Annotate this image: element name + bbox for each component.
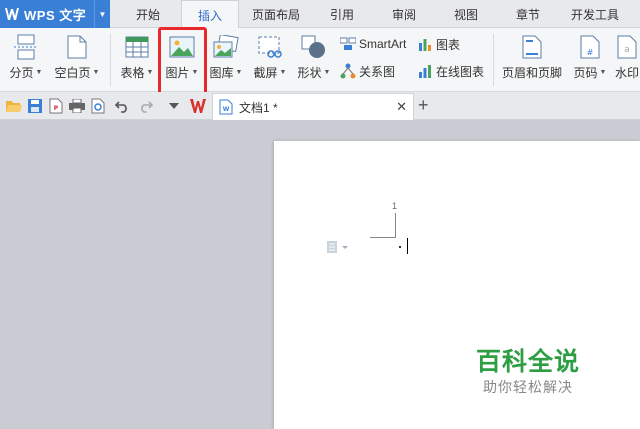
smartart-label: SmartArt [359, 37, 407, 51]
tab-references[interactable]: 引用 [316, 0, 368, 28]
svg-text:P: P [54, 105, 59, 112]
blank-page-icon [63, 32, 91, 62]
document-page[interactable] [274, 141, 640, 429]
document-tab-title: 文档1 * [239, 100, 278, 115]
wps-w-logo-icon[interactable] [190, 98, 206, 114]
shapes-button[interactable]: 形状 ▼ [294, 32, 334, 88]
app-menu-button[interactable]: WPS 文字 ▼ [0, 0, 110, 28]
smartart-button[interactable]: SmartArt [340, 35, 406, 53]
chart-icon [417, 36, 433, 52]
page-break-button[interactable]: 分页 ▼ [6, 32, 46, 88]
page-number-label: 页码 [573, 66, 598, 80]
undo-icon[interactable] [114, 98, 130, 114]
picture-button-highlight [158, 27, 207, 97]
watermark-subtitle: 助你轻松解决 [483, 379, 573, 395]
tab-review[interactable]: 审阅 [378, 0, 430, 28]
tab-page-layout[interactable]: 页面布局 [244, 0, 308, 28]
paragraph-mark [399, 246, 401, 248]
customize-dropdown-icon[interactable] [166, 98, 182, 114]
svg-text:a: a [624, 45, 630, 55]
chart-label: 图表 [436, 37, 461, 52]
document-tab[interactable]: W 文档1 * ✕ [212, 93, 414, 120]
shapes-label: 形状 [297, 66, 322, 80]
svg-text:W: W [223, 106, 230, 113]
watermark-title: 百科全说 [476, 348, 581, 376]
watermark-button[interactable]: a 水印 [614, 32, 640, 88]
table-button[interactable]: 表格 ▼ [118, 32, 156, 88]
ribbon-divider [110, 34, 111, 86]
redo-icon[interactable] [138, 98, 154, 114]
gallery-button[interactable]: 图库 ▼ [206, 32, 246, 88]
wps-logo-icon [4, 6, 20, 22]
chart-button[interactable]: 图表 [417, 35, 460, 53]
ribbon-divider [493, 34, 494, 86]
smartart-icon [340, 36, 356, 52]
gallery-icon [212, 32, 240, 62]
print-icon[interactable] [69, 98, 85, 114]
paragraph-layout-icon[interactable] [327, 240, 353, 254]
margin-corner-vertical [395, 213, 396, 238]
table-label: 表格 [120, 66, 145, 80]
print-preview-icon[interactable] [90, 98, 106, 114]
screenshot-label: 截屏 [253, 66, 278, 80]
header-footer-label: 页眉和页脚 [501, 66, 562, 80]
table-icon [123, 32, 151, 62]
screenshot-button[interactable]: 截屏 ▼ [250, 32, 290, 88]
header-footer-button[interactable]: 页眉和页脚 [500, 32, 564, 88]
page-break-icon [12, 32, 40, 62]
tab-insert[interactable]: 插入 [181, 0, 239, 29]
online-chart-label: 在线图表 [436, 64, 485, 79]
tab-section[interactable]: 章节 [502, 0, 554, 28]
scissors-icon [256, 32, 284, 62]
tab-developer[interactable]: 开发工具 [562, 0, 628, 28]
page-number-marker: 1 [392, 201, 398, 211]
header-footer-icon [518, 32, 546, 62]
page-number-icon: # [576, 32, 604, 62]
page-break-label: 分页 [9, 66, 34, 80]
online-chart-icon [417, 63, 433, 79]
blank-page-button[interactable]: 空白页 ▼ [52, 32, 102, 88]
close-icon[interactable]: ✕ [396, 99, 407, 115]
app-name: WPS 文字 [24, 7, 87, 23]
ribbon-insert: 分页 ▼ 空白页 ▼ 表格 ▼ 图片 ▼ 图库 ▼ 截屏 ▼ 形状 ▼ Smar… [0, 28, 640, 92]
export-pdf-icon[interactable]: P [48, 98, 64, 114]
svg-text:#: # [587, 48, 594, 57]
new-tab-icon[interactable]: + [418, 96, 429, 114]
menu-bar: WPS 文字 ▼ 开始 插入 页面布局 引用 审阅 视图 章节 开发工具 [0, 0, 640, 29]
tab-home[interactable]: 开始 [120, 0, 176, 28]
open-folder-icon[interactable] [6, 98, 22, 114]
relation-chart-button[interactable]: 关系图 [340, 62, 395, 80]
blank-page-label: 空白页 [54, 66, 91, 80]
document-icon: W [219, 99, 233, 115]
relation-label: 关系图 [359, 64, 396, 79]
gallery-label: 图库 [209, 66, 234, 80]
margin-corner-horizontal [370, 237, 396, 238]
quick-access-bar: P W 文档1 * ✕ + [0, 92, 640, 120]
save-icon[interactable] [27, 98, 43, 114]
relation-icon [340, 63, 356, 79]
shapes-icon [300, 32, 328, 62]
page-number-button[interactable]: # 页码 ▼ [570, 32, 610, 88]
chevron-down-icon[interactable]: ▼ [94, 0, 110, 28]
watermark-icon: a [614, 32, 640, 62]
online-chart-button[interactable]: 在线图表 [417, 62, 484, 80]
watermark-label: 水印 [614, 66, 639, 80]
text-cursor [407, 238, 408, 254]
tab-view[interactable]: 视图 [440, 0, 492, 28]
